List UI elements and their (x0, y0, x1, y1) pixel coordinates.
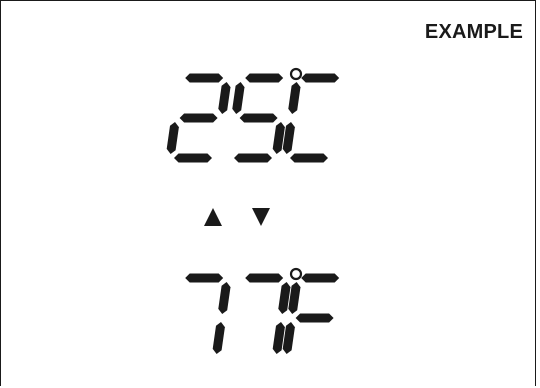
fahrenheit-reading (185, 267, 340, 354)
segment-g (179, 113, 218, 123)
degree-symbol (289, 67, 303, 81)
lcd-display (166, 67, 340, 354)
segment-g (239, 113, 278, 123)
segment-a (245, 73, 284, 83)
segment-g (295, 313, 334, 323)
segment-d (290, 153, 328, 163)
segment-a (185, 273, 224, 283)
segment-e (166, 122, 179, 154)
segment-c (212, 322, 225, 354)
segment-b (218, 82, 231, 114)
unit-letter (282, 273, 340, 354)
segment-a (245, 273, 284, 283)
down-arrow-icon (252, 208, 270, 226)
segment-d (174, 153, 212, 163)
segment-d (234, 153, 272, 163)
segment-a (185, 73, 224, 83)
up-arrow-icon (204, 208, 222, 226)
digit-1 (185, 273, 231, 354)
degree-symbol (289, 267, 303, 281)
segment-f (288, 82, 301, 114)
segment-b (218, 282, 231, 314)
celsius-reading (166, 67, 340, 163)
segment-a (301, 73, 340, 83)
digit-2 (232, 73, 285, 163)
unit-letter (282, 73, 340, 163)
segment-f (232, 82, 245, 114)
segment-a (301, 273, 340, 283)
digit-1 (166, 73, 231, 163)
